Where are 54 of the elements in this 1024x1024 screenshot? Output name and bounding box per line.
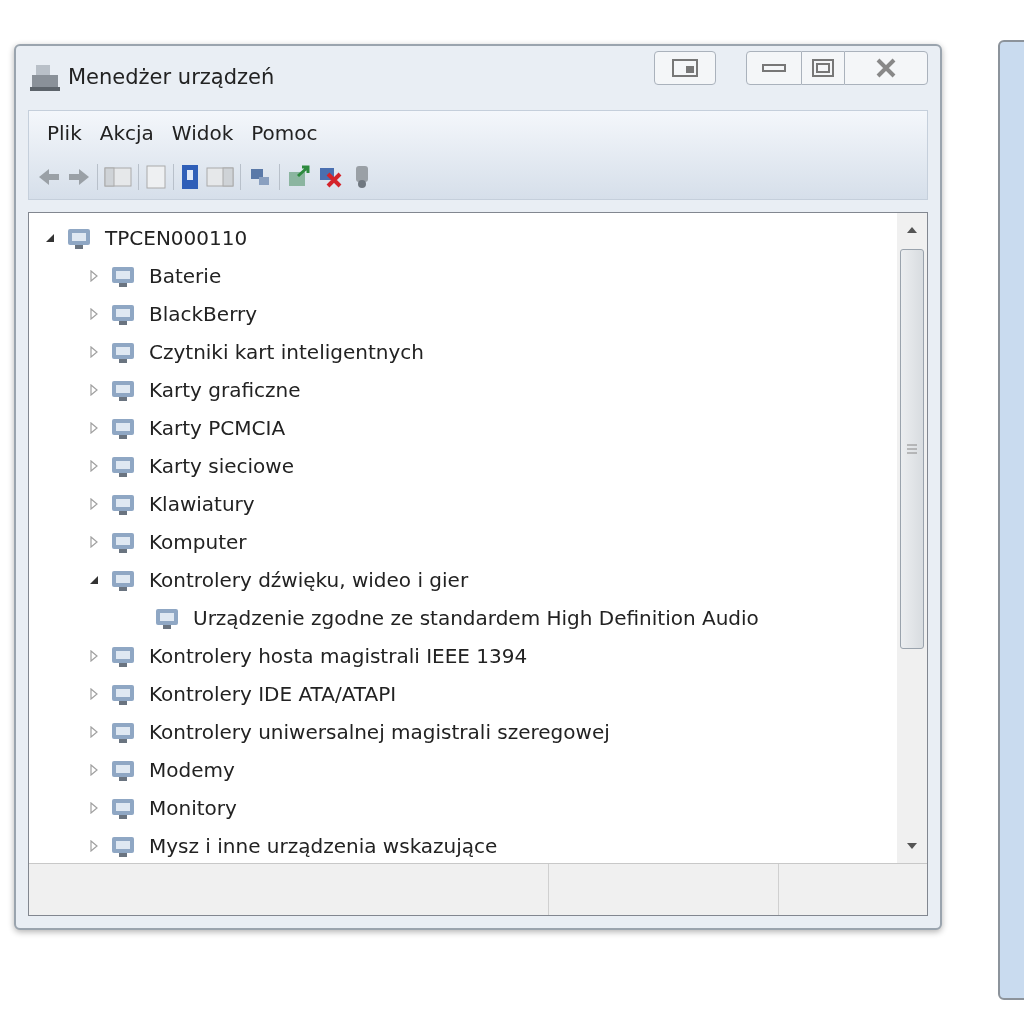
menu-item[interactable]: Akcja: [93, 118, 160, 148]
forward-arrow-icon: [67, 167, 91, 187]
grip-icon: [907, 444, 917, 454]
expand-triangle-icon[interactable]: [89, 802, 99, 814]
tree-item-label[interactable]: Komputer: [149, 527, 247, 557]
tree-item-label[interactable]: Klawiatury: [149, 489, 255, 519]
back-arrow-icon: [37, 167, 61, 187]
tree-item-label[interactable]: Czytniki kart inteligentnych: [149, 337, 424, 367]
expand-triangle-icon[interactable]: [89, 346, 99, 358]
expand-triangle-icon[interactable]: [89, 536, 99, 548]
menu-item[interactable]: Widok: [165, 118, 240, 148]
tree-item-label[interactable]: BlackBerry: [149, 299, 258, 329]
presentation-button[interactable]: [654, 51, 716, 85]
menu-item[interactable]: Plik: [41, 118, 88, 148]
tree-item-label[interactable]: Kontrolery dźwięku, wideo i gier: [149, 565, 469, 595]
expand-triangle-icon[interactable]: [89, 764, 99, 776]
tree-item-label[interactable]: Mysz i inne urządzenia wskazujące: [149, 831, 498, 861]
tree-item-label[interactable]: Baterie: [149, 261, 222, 291]
tree-item-label[interactable]: Karty graficzne: [149, 375, 301, 405]
tree-item-label[interactable]: TPCEN000110: [105, 223, 248, 253]
computer-icon: [28, 63, 62, 93]
expand-triangle-icon[interactable]: [89, 498, 99, 510]
tree-item-label[interactable]: Kontrolery hosta magistrali IEEE 1394: [149, 641, 528, 671]
collapse-triangle-icon[interactable]: [45, 233, 55, 243]
minimize-button[interactable]: [746, 51, 802, 85]
maximize-icon: [812, 59, 834, 77]
expand-triangle-icon[interactable]: [89, 460, 99, 472]
menu-item[interactable]: Pomoc: [245, 118, 324, 148]
tree-item-label[interactable]: Kontrolery uniwersalnej magistrali szeregowej: [149, 717, 610, 747]
tree-item-label[interactable]: Modemy: [149, 755, 235, 785]
tree-item-label[interactable]: Karty sieciowe: [149, 451, 294, 481]
scroll-down-icon: [907, 843, 917, 849]
scroll-up-icon: [907, 227, 917, 233]
tree-item-label[interactable]: Monitory: [149, 793, 237, 823]
expand-triangle-icon[interactable]: [89, 726, 99, 738]
expand-triangle-icon[interactable]: [89, 308, 99, 320]
maximize-button[interactable]: [802, 51, 844, 85]
minimize-icon: [762, 63, 786, 73]
expand-triangle-icon[interactable]: [89, 688, 99, 700]
expand-triangle-icon[interactable]: [89, 650, 99, 662]
expand-triangle-icon[interactable]: [89, 270, 99, 282]
close-icon: [875, 58, 897, 78]
expand-triangle-icon[interactable]: [89, 422, 99, 434]
tree-item-label[interactable]: Karty PCMCIA: [149, 413, 286, 443]
window-icon: [672, 59, 698, 77]
expand-triangle-icon[interactable]: [89, 840, 99, 852]
panel-icon: [206, 166, 234, 188]
tree-item-label[interactable]: Urządzenie zgodne ze standardem High Definition Audio: [193, 603, 759, 633]
window-title: Menedżer urządzeń: [68, 64, 275, 92]
scrollbar-thumb[interactable]: [900, 249, 924, 649]
collapse-triangle-icon[interactable]: [89, 575, 99, 585]
tree-item-label[interactable]: Kontrolery IDE ATA/ATAPI: [149, 679, 397, 709]
expand-triangle-icon[interactable]: [89, 384, 99, 396]
close-button[interactable]: [844, 51, 928, 85]
